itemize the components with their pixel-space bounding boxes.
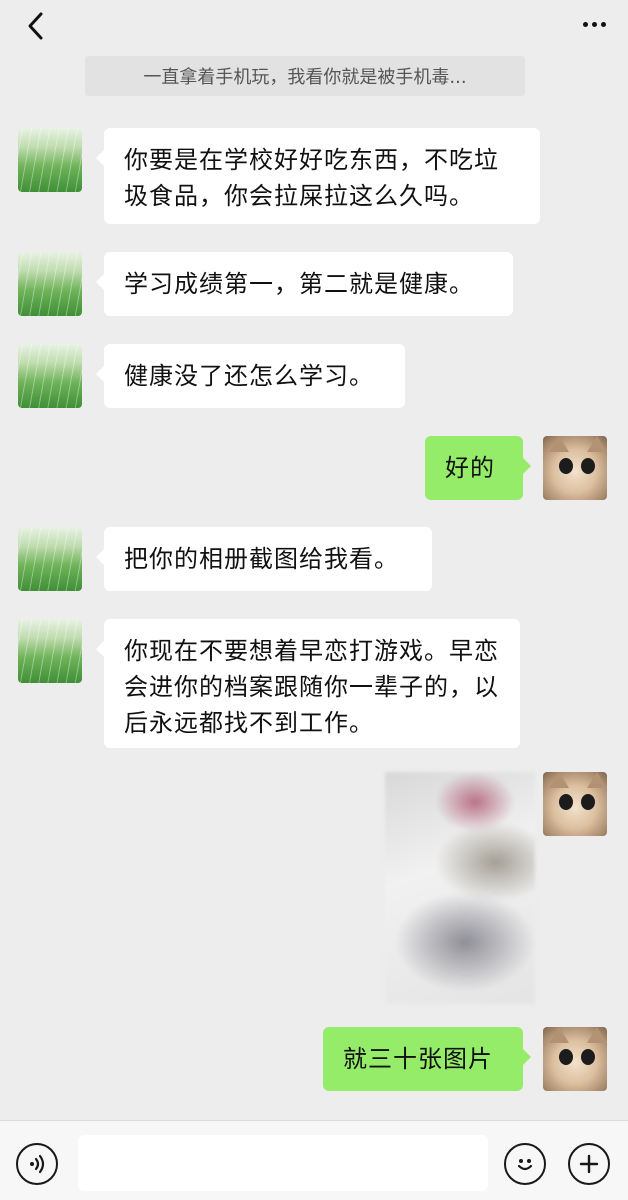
chevron-left-icon xyxy=(28,12,43,40)
contact-avatar[interactable] xyxy=(18,619,82,683)
chat-header xyxy=(0,0,628,50)
message-bubble-outgoing[interactable]: 就三十张图片 xyxy=(323,1027,531,1091)
image-message[interactable] xyxy=(385,772,535,1004)
input-bar xyxy=(0,1120,628,1200)
contact-avatar[interactable] xyxy=(18,344,82,408)
more-button[interactable] xyxy=(574,8,614,40)
message-input[interactable] xyxy=(78,1135,488,1191)
message-bubble-incoming[interactable]: 学习成绩第一，第二就是健康。 xyxy=(96,252,513,316)
my-avatar[interactable] xyxy=(543,436,607,500)
my-avatar[interactable] xyxy=(543,772,607,836)
voice-button[interactable] xyxy=(16,1143,58,1185)
more-horizontal-icon xyxy=(582,21,606,27)
contact-avatar[interactable] xyxy=(18,527,82,591)
contact-avatar[interactable] xyxy=(18,128,82,192)
contact-avatar[interactable] xyxy=(18,252,82,316)
voice-icon xyxy=(30,1154,45,1174)
plus-circle-icon xyxy=(579,1154,599,1174)
quoted-message-preview[interactable]: 一直拿着手机玩，我看你就是被手机毒... xyxy=(85,56,525,96)
message-bubble-incoming[interactable]: 你现在不要想着早恋打游戏。早恋会进你的档案跟随你一辈子的，以后永远都找不到工作。 xyxy=(96,619,520,748)
message-bubble-incoming[interactable]: 你要是在学校好好吃东西，不吃垃圾食品，你会拉屎拉这么久吗。 xyxy=(96,128,540,224)
message-bubble-incoming[interactable]: 把你的相册截图给我看。 xyxy=(96,527,432,591)
back-button[interactable] xyxy=(18,8,54,44)
emoji-icon xyxy=(517,1159,533,1171)
my-avatar[interactable] xyxy=(543,1027,607,1091)
emoji-button[interactable] xyxy=(504,1143,546,1185)
message-bubble-incoming[interactable]: 健康没了还怎么学习。 xyxy=(96,344,405,408)
message-bubble-outgoing[interactable]: 好的 xyxy=(425,436,531,500)
plus-button[interactable] xyxy=(568,1143,610,1185)
